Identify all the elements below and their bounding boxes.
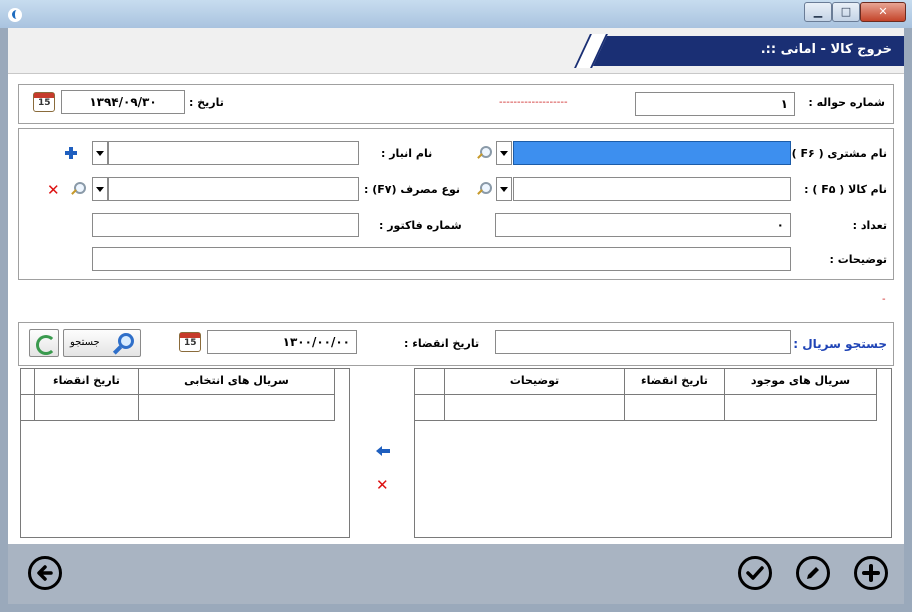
search-button-label: جستجو xyxy=(70,337,100,348)
product-field[interactable] xyxy=(513,177,791,201)
column-header-expiry[interactable]: تاریخ انقضاء xyxy=(625,369,725,395)
customer-label: نام مشتری ( F۶ ) : xyxy=(783,147,887,160)
count-field[interactable]: ۰ xyxy=(495,213,791,237)
window-controls: ▁ □ ✕ xyxy=(804,2,906,22)
table-row-cell[interactable] xyxy=(725,395,877,421)
serial-search-group: جستجو سریال : تاریخ انقضاء : ۱۳۰۰/۰۰/۰۰ … xyxy=(18,322,894,366)
edit-button[interactable] xyxy=(796,556,830,590)
title-decor xyxy=(574,34,608,68)
serial-search-field[interactable] xyxy=(495,330,791,354)
refresh-button[interactable] xyxy=(29,329,59,357)
calendar-day: 15 xyxy=(38,98,51,108)
product-search-icon[interactable] xyxy=(477,182,492,196)
close-button[interactable]: ✕ xyxy=(860,2,906,22)
table-row-cell[interactable] xyxy=(415,395,445,421)
notes-label: توضیحات : xyxy=(829,253,888,266)
expiry-date-label: تاریخ انقضاء : xyxy=(404,337,480,350)
transfer-number-field[interactable]: ۱ xyxy=(635,92,795,116)
confirm-button[interactable] xyxy=(738,556,772,590)
calendar-icon[interactable]: 15 xyxy=(33,92,55,112)
grid-row-selector-header xyxy=(21,369,35,395)
invoice-number-label: شماره فاکتور : xyxy=(379,219,462,232)
search-button[interactable]: جستجو xyxy=(63,329,141,357)
plus-circle-icon xyxy=(862,564,880,582)
customer-search-icon[interactable] xyxy=(477,146,492,160)
arrow-left-circle-icon xyxy=(37,565,53,581)
selected-serials-grid[interactable]: تاریخ انقضاء سریال های انتخابی xyxy=(20,368,350,538)
serial-search-label: جستجو سریال : xyxy=(793,337,887,351)
table-row-cell[interactable] xyxy=(35,395,139,421)
grid-row-selector-header xyxy=(415,369,445,395)
add-warehouse-icon[interactable] xyxy=(65,147,77,159)
app-window: ▁ □ ✕ .:: خروج کالا - امانی شماره حواله … xyxy=(0,0,912,612)
clear-icon[interactable]: ✕ xyxy=(47,183,60,198)
expiry-date-field[interactable]: ۱۳۰۰/۰۰/۰۰ xyxy=(207,330,357,354)
usage-type-label: نوع مصرف (F۷) : xyxy=(364,183,460,196)
table-row-cell[interactable] xyxy=(21,395,35,421)
table-row-cell[interactable] xyxy=(445,395,625,421)
usage-type-search-icon[interactable] xyxy=(71,182,86,196)
usage-type-dropdown-arrow[interactable] xyxy=(92,177,108,201)
column-header-available-serials[interactable]: سریال های موجود xyxy=(725,369,877,395)
product-dropdown-arrow[interactable] xyxy=(496,177,512,201)
divider xyxy=(8,73,904,74)
move-left-icon[interactable] xyxy=(376,446,390,456)
column-header-notes[interactable]: توضیحات xyxy=(445,369,625,395)
remove-icon[interactable]: ✕ xyxy=(376,478,389,493)
transfer-number-label: شماره حواله : xyxy=(808,96,885,109)
expiry-calendar-icon[interactable]: 15 xyxy=(179,332,201,352)
warehouse-field[interactable] xyxy=(108,141,359,165)
window-titlebar: ▁ □ ✕ xyxy=(0,0,912,28)
date-field[interactable]: ۱۳۹۴/۰۹/۳۰ xyxy=(61,90,185,114)
check-circle-icon xyxy=(746,566,764,580)
pencil-circle-icon xyxy=(807,567,819,579)
available-serials-grid[interactable]: توضیحات تاریخ انقضاء سریال های موجود xyxy=(414,368,892,538)
app-icon xyxy=(8,8,22,22)
header-band: .:: خروج کالا - امانی xyxy=(8,28,904,74)
warehouse-dropdown-arrow[interactable] xyxy=(92,141,108,165)
customer-field[interactable] xyxy=(513,141,791,165)
column-header-expiry[interactable]: تاریخ انقضاء xyxy=(35,369,139,395)
search-icon xyxy=(112,333,134,355)
warehouse-label: نام انبار : xyxy=(381,147,433,160)
notes-field[interactable] xyxy=(92,247,791,271)
date-label: تاریخ : xyxy=(189,96,224,109)
maximize-button[interactable]: □ xyxy=(832,2,860,22)
form-title: .:: خروج کالا - امانی xyxy=(760,42,892,57)
product-label: نام کالا ( F۵ ) : xyxy=(804,183,887,196)
customer-dropdown-arrow[interactable] xyxy=(496,141,512,165)
usage-type-field[interactable] xyxy=(108,177,359,201)
form-body: .:: خروج کالا - امانی شماره حواله : ۱ --… xyxy=(8,28,904,604)
separator-dash: - xyxy=(882,294,886,305)
calendar-day: 15 xyxy=(184,338,197,348)
add-button[interactable] xyxy=(854,556,888,590)
header-group: شماره حواله : ۱ ------------------- تاری… xyxy=(18,84,894,124)
invoice-number-field[interactable] xyxy=(92,213,359,237)
table-row-cell[interactable] xyxy=(625,395,725,421)
column-header-selected-serials[interactable]: سریال های انتخابی xyxy=(139,369,335,395)
table-row-cell[interactable] xyxy=(139,395,335,421)
form-title-bar: .:: خروج کالا - امانی xyxy=(574,34,904,68)
count-label: تعداد : xyxy=(852,219,887,232)
details-group: نام مشتری ( F۶ ) : نام انبار : نام کالا … xyxy=(18,128,894,280)
minimize-button[interactable]: ▁ xyxy=(804,2,832,22)
back-button[interactable] xyxy=(28,556,62,590)
status-dashes: ------------------- xyxy=(499,97,568,108)
